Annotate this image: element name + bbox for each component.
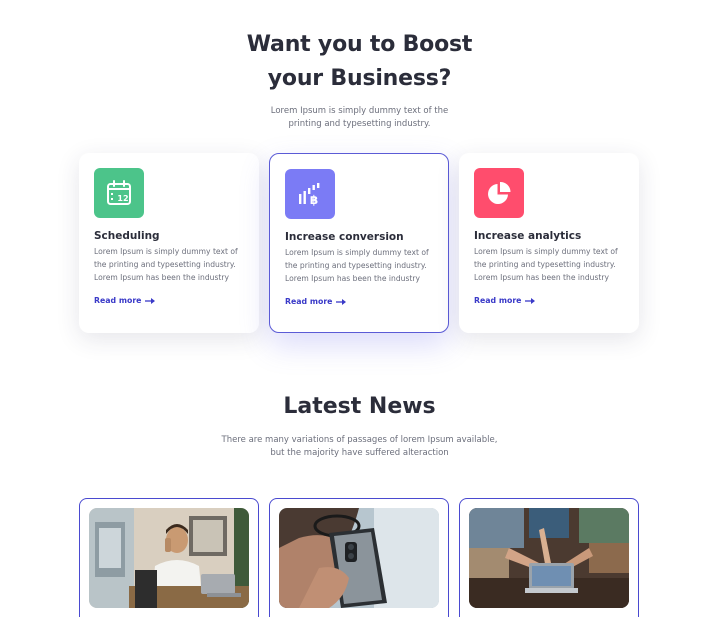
read-more-label: Read more (285, 297, 333, 306)
feature-title: Scheduling (94, 230, 160, 242)
news-card[interactable] (79, 498, 259, 617)
man-on-phone-photo[interactable] (89, 508, 249, 608)
news-card[interactable] (269, 498, 449, 617)
latest-news-subtitle-line-1: There are many variations of passages of… (221, 435, 498, 445)
latest-news-subtitle: There are many variations of passages of… (0, 434, 719, 460)
feature-description-line: the printing and typesetting industry. (474, 260, 616, 269)
hand-holding-phone-photo[interactable] (279, 508, 439, 608)
people-with-laptop-photo[interactable] (469, 508, 629, 608)
feature-description: Lorem Ipsum is simply dummy text of the … (94, 245, 254, 284)
pie-chart-icon (474, 168, 524, 218)
feature-card-increase-conversion[interactable]: ฿ Increase conversion Lorem Ipsum is sim… (269, 153, 449, 333)
page: Want you to Boost your Business? Lorem I… (0, 0, 719, 617)
feature-description: Lorem Ipsum is simply dummy text of the … (474, 245, 634, 284)
calendar-icon: 12 (94, 168, 144, 218)
read-more-link[interactable]: Read more (94, 296, 156, 305)
feature-description-line: Lorem Ipsum is simply dummy text of (285, 248, 429, 257)
news-card[interactable] (459, 498, 639, 617)
read-more-link[interactable]: Read more (285, 297, 347, 306)
hero-title-line-1: Want you to Boost (246, 32, 473, 57)
feature-title: Increase conversion (285, 231, 404, 243)
feature-description: Lorem Ipsum is simply dummy text of the … (285, 246, 445, 285)
svg-text:12: 12 (117, 194, 128, 203)
feature-description-line: Lorem Ipsum has been the industry (474, 273, 610, 282)
feature-description-line: Lorem Ipsum is simply dummy text of (94, 247, 238, 256)
read-more-label: Read more (94, 296, 142, 305)
hero-title: Want you to Boost your Business? (0, 28, 719, 96)
pie-chart-icon-glyph (488, 181, 511, 204)
arrow-right-icon (145, 297, 156, 304)
feature-description-line: Lorem Ipsum has been the industry (94, 273, 230, 282)
feature-card-increase-analytics[interactable]: Increase analytics Lorem Ipsum is simply… (459, 153, 639, 333)
feature-description-line: Lorem Ipsum has been the industry (285, 274, 421, 283)
arrow-right-icon (525, 297, 536, 304)
bitcoin-chart-icon: ฿ (285, 169, 335, 219)
latest-news-title: Latest News (283, 394, 436, 419)
hero-subtitle: Lorem Ipsum is simply dummy text of the … (0, 105, 719, 131)
hand-holding-phone-photo-illustration (279, 508, 439, 608)
hero-title-line-2: your Business? (267, 66, 452, 91)
hero-subtitle-line-2: printing and typesetting industry. (288, 119, 431, 129)
people-with-laptop-photo-illustration (469, 508, 629, 608)
arrow-right-icon (336, 298, 347, 305)
bitcoin-chart-icon-glyph: ฿ (299, 183, 320, 207)
man-on-phone-photo-illustration (89, 508, 249, 608)
feature-description-line: Lorem Ipsum is simply dummy text of (474, 247, 618, 256)
feature-description-line: the printing and typesetting industry. (94, 260, 236, 269)
read-more-label: Read more (474, 296, 522, 305)
feature-title: Increase analytics (474, 230, 582, 242)
latest-news-subtitle-line-2: but the majority have suffered alteracti… (270, 448, 449, 458)
feature-description-line: the printing and typesetting industry. (285, 261, 427, 270)
hero-subtitle-line-1: Lorem Ipsum is simply dummy text of the (270, 106, 449, 116)
calendar-icon-glyph: 12 (107, 180, 131, 205)
read-more-link[interactable]: Read more (474, 296, 536, 305)
feature-card-scheduling[interactable]: 12 Scheduling Lorem Ipsum is simply dumm… (79, 153, 259, 333)
svg-text:฿: ฿ (310, 193, 318, 207)
